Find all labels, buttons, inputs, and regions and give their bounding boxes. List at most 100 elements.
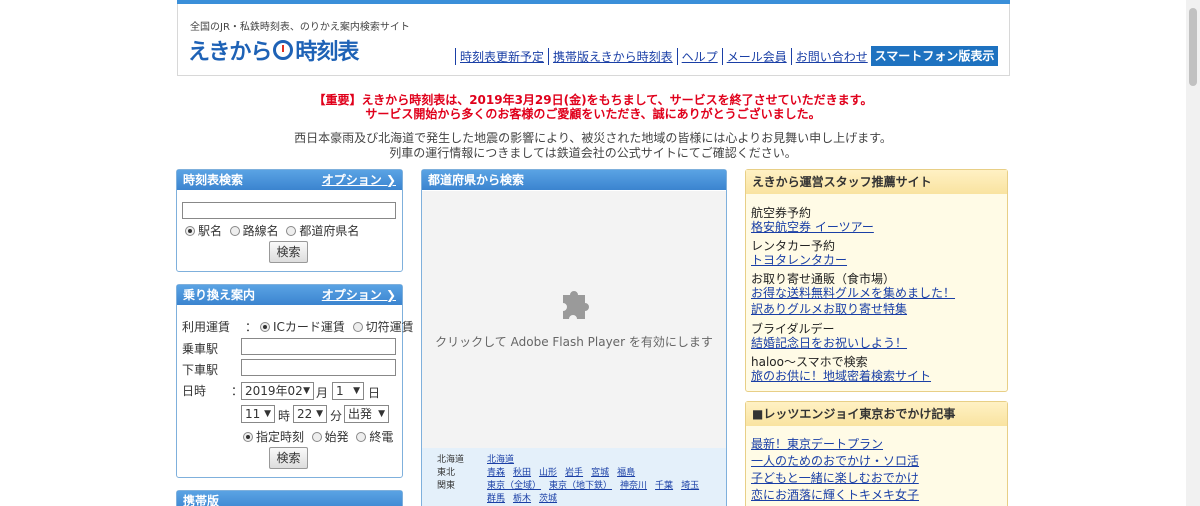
tokyo-outing-title: ■レッツエンジョイ東京おでかけ記事 [746, 402, 1007, 426]
minute-unit: 分 [330, 409, 343, 423]
recommend-link[interactable]: 訳ありグルメお取り寄せ特集 [751, 300, 907, 317]
pref-row-tohoku: 東北 青森 秋田 山形 岩手 宮城 福島 [437, 465, 643, 478]
chevron-down-icon: ▼ [264, 409, 271, 419]
tokyo-outing-panel: ■レッツエンジョイ東京おでかけ記事 最新！東京デートプラン 一人のためのおでかけ… [745, 401, 1008, 506]
timetable-search-button[interactable]: 検索 [269, 241, 308, 263]
mobile-panel: 携帯版 [176, 490, 403, 506]
nav-help[interactable]: ヘルプ [676, 48, 722, 65]
nav-mobile-version[interactable]: 携帯版えきから時刻表 [548, 48, 677, 65]
nav-mail-member[interactable]: メール会員 [721, 48, 791, 65]
recommend-link[interactable]: 格安航空券 イーツアー [751, 218, 874, 235]
pref-link[interactable]: 東京（地下鉄） [549, 478, 612, 491]
important-notice-line2: サービス開始から多くのお客様のご愛顧をいただき、誠にありがとうございました。 [365, 107, 821, 121]
recommend-link[interactable]: 結婚記念日をお祝いしよう！ [751, 334, 907, 351]
chevron-down-icon: ▼ [303, 386, 310, 396]
pref-link[interactable]: 宮城 [591, 465, 609, 478]
info-notice-line2: 列車の運行情報につきましては鉄道会社の公式サイトにてご確認ください。 [389, 146, 797, 160]
pref-link[interactable]: 栃木 [513, 491, 531, 504]
time-type-radios: 指定時刻 始発 終電 [243, 428, 393, 445]
datetime-label: 日時 [182, 384, 207, 398]
minute-select[interactable]: 22 ▼ [293, 405, 327, 423]
flash-message: クリックして Adobe Flash Player を有効にします [435, 335, 713, 349]
transfer-option-link[interactable]: オプション ❯ [322, 285, 396, 305]
transfer-title: 乗り換え案内 [183, 288, 256, 302]
day-select[interactable]: 1 ▼ [332, 382, 364, 400]
tokyo-article-link[interactable]: 恋にお酒落に輝くトキメキ女子 [751, 486, 919, 503]
page-scrollbar[interactable] [1186, 0, 1200, 506]
fare-separator: ： [245, 320, 258, 334]
timetable-search-header: 時刻表検索 オプション ❯ [177, 170, 402, 190]
tokyo-article-link[interactable]: 最新！東京デートプラン [751, 435, 883, 452]
logo-text-left: えきから [188, 40, 272, 65]
pref-link[interactable]: 福島 [617, 465, 635, 478]
radio-last-train[interactable] [356, 432, 367, 442]
radio-ticket-fare[interactable] [352, 322, 363, 332]
pref-link[interactable]: 神奈川 [620, 478, 647, 491]
pref-link[interactable]: 東京（全域） [487, 478, 541, 491]
year-month-select[interactable]: 2019年02 ▼ [241, 382, 314, 400]
radio-prefecture[interactable] [286, 226, 297, 236]
timetable-option-link[interactable]: オプション ❯ [322, 170, 396, 190]
prefecture-title: 都道府県から検索 [428, 173, 525, 187]
search-type-radios: 駅名 路線名 都道府県名 [185, 222, 359, 239]
recommend-link[interactable]: 旅のお供に！地域密着検索サイト [751, 367, 931, 384]
timetable-search-input[interactable] [182, 202, 396, 219]
pref-link[interactable]: 山形 [539, 465, 557, 478]
mobile-panel-header: 携帯版 [177, 491, 402, 506]
to-station-label: 下車駅 [182, 363, 219, 377]
pref-link[interactable]: 岩手 [565, 465, 583, 478]
tokyo-article-link[interactable]: 子どもと一緒に楽しむおでかけ [751, 469, 919, 486]
transfer-panel: 乗り換え案内 オプション ❯ 利用運賃 ： ICカード運賃 切符運賃 乗車駅 下… [176, 284, 414, 478]
radio-ic-fare[interactable] [260, 322, 270, 332]
chevron-down-icon: ▼ [316, 409, 323, 419]
pref-link[interactable]: 茨城 [539, 491, 557, 504]
hour-select[interactable]: 11 ▼ [241, 405, 275, 423]
logo-text-right: 時刻表 [295, 40, 359, 65]
radio-specified-time[interactable] [243, 432, 253, 442]
tokyo-article-link[interactable]: 一人のためのおでかけ・ソロ活 [751, 452, 919, 469]
prefecture-header: 都道府県から検索 [422, 170, 726, 190]
pref-link[interactable]: 青森 [487, 465, 505, 478]
from-station-input[interactable] [241, 338, 396, 355]
pref-link[interactable]: 北海道 [487, 452, 514, 465]
mobile-panel-title: 携帯版 [183, 494, 220, 506]
site-header: 全国のJR・私鉄時刻表、のりかえ案内検索サイト えきから 時刻表 時刻表更新予定… [177, 4, 1010, 76]
pref-link[interactable]: 埼玉 [681, 478, 699, 491]
pref-link[interactable]: 群馬 [487, 491, 505, 504]
recommend-panel: えきから運営スタッフ推薦サイト 航空券予約 格安航空券 イーツアー レンタカー予… [745, 169, 1008, 392]
radio-line[interactable] [229, 226, 240, 236]
nav-contact[interactable]: お問い合わせ [790, 48, 872, 65]
header-nav: 時刻表更新予定 携帯版えきから時刻表 ヘルプ メール会員 お問い合わせ [455, 48, 872, 65]
pref-row-kanto-2: 群馬 栃木 茨城 [437, 491, 565, 504]
recommend-title: えきから運営スタッフ推薦サイト [746, 170, 1007, 194]
hour-unit: 時 [278, 409, 291, 423]
departure-mode-select[interactable]: 出発 ▼ [344, 405, 389, 423]
from-station-label: 乗車駅 [182, 342, 219, 356]
clock-icon [273, 40, 294, 60]
recommend-link[interactable]: お得な送料無料グルメを集めました！ [751, 284, 955, 301]
timetable-search-title: 時刻表検索 [183, 173, 244, 187]
chevron-down-icon: ▼ [353, 386, 360, 396]
recommend-link[interactable]: トヨタレンタカー [751, 251, 847, 268]
pref-link[interactable]: 秋田 [513, 465, 531, 478]
site-tagline: 全国のJR・私鉄時刻表、のりかえ案内検索サイト [190, 22, 410, 33]
day-unit: 日 [368, 386, 381, 400]
radio-first-train[interactable] [311, 432, 322, 442]
prefecture-list: 北海道 北海道 東北 青森 秋田 山形 岩手 宮城 福島 関東 東京（全域） 東… [422, 448, 726, 506]
fare-label: 利用運賃 [182, 320, 231, 334]
scrollbar-thumb[interactable] [1189, 8, 1197, 86]
flash-placeholder[interactable]: クリックして Adobe Flash Player を有効にします [422, 191, 726, 448]
nav-update-schedule[interactable]: 時刻表更新予定 [455, 48, 548, 65]
month-unit: 月 [316, 386, 329, 400]
transfer-search-button[interactable]: 検索 [269, 447, 308, 469]
plugin-puzzle-icon [563, 291, 589, 319]
radio-station[interactable] [185, 226, 195, 236]
to-station-input[interactable] [241, 359, 396, 376]
pref-row-kanto: 関東 東京（全域） 東京（地下鉄） 神奈川 千葉 埼玉 [437, 478, 707, 491]
pref-row-hokkaido: 北海道 北海道 [437, 452, 522, 465]
transfer-header: 乗り換え案内 オプション ❯ [177, 285, 402, 305]
pref-link[interactable]: 千葉 [655, 478, 673, 491]
chevron-down-icon: ▼ [378, 409, 385, 419]
site-logo[interactable]: えきから 時刻表 [188, 34, 359, 66]
smartphone-view-button[interactable]: スマートフォン版表示 [871, 46, 998, 66]
